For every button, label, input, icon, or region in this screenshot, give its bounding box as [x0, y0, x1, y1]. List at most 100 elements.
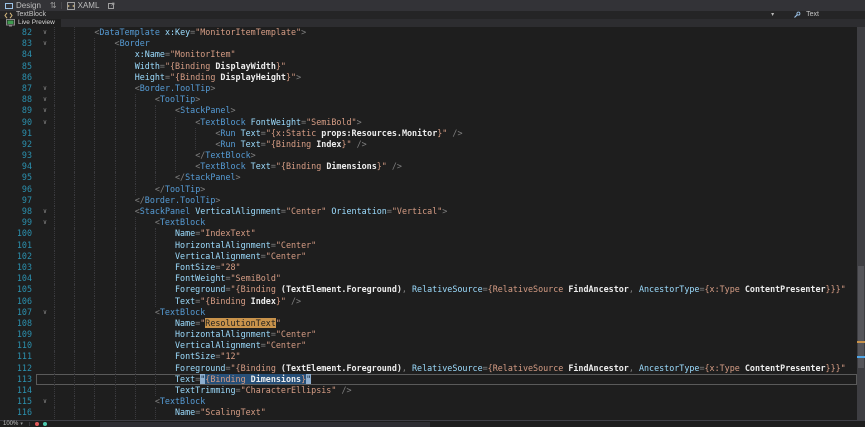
glyph-margin[interactable] — [0, 262, 10, 273]
vertical-scrollbar[interactable] — [857, 27, 865, 420]
fold-toggle-icon[interactable]: ∨ — [36, 217, 54, 228]
glyph-margin[interactable] — [0, 161, 10, 172]
code-line[interactable]: 107∨ <TextBlock — [0, 307, 857, 318]
code-line[interactable]: 100 Name="IndexText" — [0, 228, 857, 239]
code-text[interactable]: HorizontalAlignment="Center" — [54, 329, 857, 340]
glyph-margin[interactable] — [0, 396, 10, 407]
glyph-margin[interactable] — [0, 172, 10, 183]
fold-toggle-icon[interactable]: ∨ — [36, 83, 54, 94]
zoom-control[interactable]: 100% ▾ — [0, 421, 26, 427]
code-text[interactable]: <TextBlock FontWeight="SemiBold"> — [54, 117, 857, 128]
glyph-margin[interactable] — [0, 307, 10, 318]
code-text[interactable]: Text="{Binding Index}" /> — [54, 296, 857, 307]
xaml-tab[interactable]: XAML — [62, 0, 105, 11]
code-line[interactable]: 89∨ <StackPanel> — [0, 105, 857, 116]
glyph-margin[interactable] — [0, 329, 10, 340]
breadcrumb-element[interactable]: TextBlock — [0, 11, 46, 19]
glyph-margin[interactable] — [0, 284, 10, 295]
code-text[interactable]: Height="{Binding DisplayHeight}"> — [54, 72, 857, 83]
fold-toggle-icon[interactable]: ∨ — [36, 206, 54, 217]
code-line[interactable]: 85 Width="{Binding DisplayWidth}" — [0, 61, 857, 72]
glyph-margin[interactable] — [0, 374, 10, 385]
glyph-margin[interactable] — [0, 340, 10, 351]
glyph-margin[interactable] — [0, 184, 10, 195]
code-text[interactable]: <Border.ToolTip> — [54, 83, 857, 94]
glyph-margin[interactable] — [0, 150, 10, 161]
glyph-margin[interactable] — [0, 351, 10, 362]
glyph-margin[interactable] — [0, 407, 10, 418]
glyph-margin[interactable] — [0, 105, 10, 116]
code-line[interactable]: 87∨ <Border.ToolTip> — [0, 83, 857, 94]
glyph-margin[interactable] — [0, 27, 10, 38]
code-line[interactable]: 108 Name="ResolutionText" — [0, 318, 857, 329]
code-line[interactable]: 114 TextTrimming="CharacterEllipsis" /> — [0, 385, 857, 396]
code-line[interactable]: 116 Name="ScalingText" — [0, 407, 857, 418]
code-text[interactable]: x:Name="MonitorItem" — [54, 49, 857, 60]
fold-toggle-icon[interactable]: ∨ — [36, 105, 54, 116]
code-line[interactable]: 96 </ToolTip> — [0, 184, 857, 195]
fold-toggle-icon[interactable]: ∨ — [36, 117, 54, 128]
code-text[interactable]: <TextBlock — [54, 307, 857, 318]
code-text[interactable]: </StackPanel> — [54, 172, 857, 183]
code-text[interactable]: <DataTemplate x:Key="MonitorItemTemplate… — [54, 27, 857, 38]
glyph-margin[interactable] — [0, 363, 10, 374]
glyph-margin[interactable] — [0, 273, 10, 284]
glyph-margin[interactable] — [0, 195, 10, 206]
code-text[interactable]: Name="IndexText" — [54, 228, 857, 239]
glyph-margin[interactable] — [0, 228, 10, 239]
code-line[interactable]: 113 Text="{Binding Dimensions}" — [0, 374, 857, 385]
code-editor[interactable]: 82∨ <DataTemplate x:Key="MonitorItemTemp… — [0, 27, 857, 420]
code-text[interactable]: Foreground="{Binding (TextElement.Foregr… — [54, 284, 857, 295]
fold-toggle-icon[interactable]: ∨ — [36, 396, 54, 407]
code-line[interactable]: 91 <Run Text="{x:Static props:Resources.… — [0, 128, 857, 139]
glyph-margin[interactable] — [0, 240, 10, 251]
glyph-margin[interactable] — [0, 49, 10, 60]
popout-pane-icon[interactable] — [104, 2, 119, 9]
fold-toggle-icon[interactable]: ∨ — [36, 307, 54, 318]
code-line[interactable]: 95 </StackPanel> — [0, 172, 857, 183]
fold-toggle-icon[interactable]: ∨ — [36, 38, 54, 49]
code-text[interactable]: </TextBlock> — [54, 150, 857, 161]
code-line[interactable]: 111 FontSize="12" — [0, 351, 857, 362]
glyph-margin[interactable] — [0, 94, 10, 105]
code-text[interactable]: <Run Text="{x:Static props:Resources.Mon… — [54, 128, 857, 139]
code-text[interactable]: FontSize="28" — [54, 262, 857, 273]
code-text[interactable]: TextTrimming="CharacterEllipsis" /> — [54, 385, 857, 396]
fold-toggle-icon[interactable]: ∨ — [36, 94, 54, 105]
code-text[interactable]: <TextBlock Text="{Binding Dimensions}" /… — [54, 161, 857, 172]
code-line[interactable]: 83∨ <Border — [0, 38, 857, 49]
code-text[interactable]: </Border.ToolTip> — [54, 195, 857, 206]
code-line[interactable]: 94 <TextBlock Text="{Binding Dimensions}… — [0, 161, 857, 172]
fold-toggle-icon[interactable]: ∨ — [36, 27, 54, 38]
glyph-margin[interactable] — [0, 117, 10, 128]
code-line[interactable]: 115∨ <TextBlock — [0, 396, 857, 407]
code-text[interactable]: </ToolTip> — [54, 184, 857, 195]
code-line[interactable]: 103 FontSize="28" — [0, 262, 857, 273]
code-line[interactable]: 84 x:Name="MonitorItem" — [0, 49, 857, 60]
tab-live-preview[interactable]: Live Preview — [0, 19, 61, 27]
code-text[interactable]: <Border — [54, 38, 857, 49]
code-text[interactable]: VerticalAlignment="Center" — [54, 340, 857, 351]
code-line[interactable]: 105 Foreground="{Binding (TextElement.Fo… — [0, 284, 857, 295]
code-text[interactable]: FontSize="12" — [54, 351, 857, 362]
glyph-margin[interactable] — [0, 217, 10, 228]
code-line[interactable]: 112 Foreground="{Binding (TextElement.Fo… — [0, 363, 857, 374]
code-text[interactable]: <ToolTip> — [54, 94, 857, 105]
code-text[interactable]: Width="{Binding DisplayWidth}" — [54, 61, 857, 72]
code-line[interactable]: 82∨ <DataTemplate x:Key="MonitorItemTemp… — [0, 27, 857, 38]
code-text[interactable]: <Run Text="{Binding Index}" /> — [54, 139, 857, 150]
glyph-margin[interactable] — [0, 206, 10, 217]
breadcrumb-property[interactable]: ▾ Text — [771, 11, 865, 19]
code-line[interactable]: 92 <Run Text="{Binding Index}" /> — [0, 139, 857, 150]
code-line[interactable]: 99∨ <TextBlock — [0, 217, 857, 228]
glyph-margin[interactable] — [0, 128, 10, 139]
code-text[interactable]: Name="ScalingText" — [54, 407, 857, 418]
code-text[interactable]: Foreground="{Binding (TextElement.Foregr… — [54, 363, 857, 374]
code-line[interactable]: 97 </Border.ToolTip> — [0, 195, 857, 206]
design-tab[interactable]: Design — [0, 0, 46, 11]
glyph-margin[interactable] — [0, 318, 10, 329]
code-line[interactable]: 106 Text="{Binding Index}" /> — [0, 296, 857, 307]
code-line[interactable]: 110 VerticalAlignment="Center" — [0, 340, 857, 351]
code-text[interactable]: <TextBlock — [54, 217, 857, 228]
glyph-margin[interactable] — [0, 251, 10, 262]
